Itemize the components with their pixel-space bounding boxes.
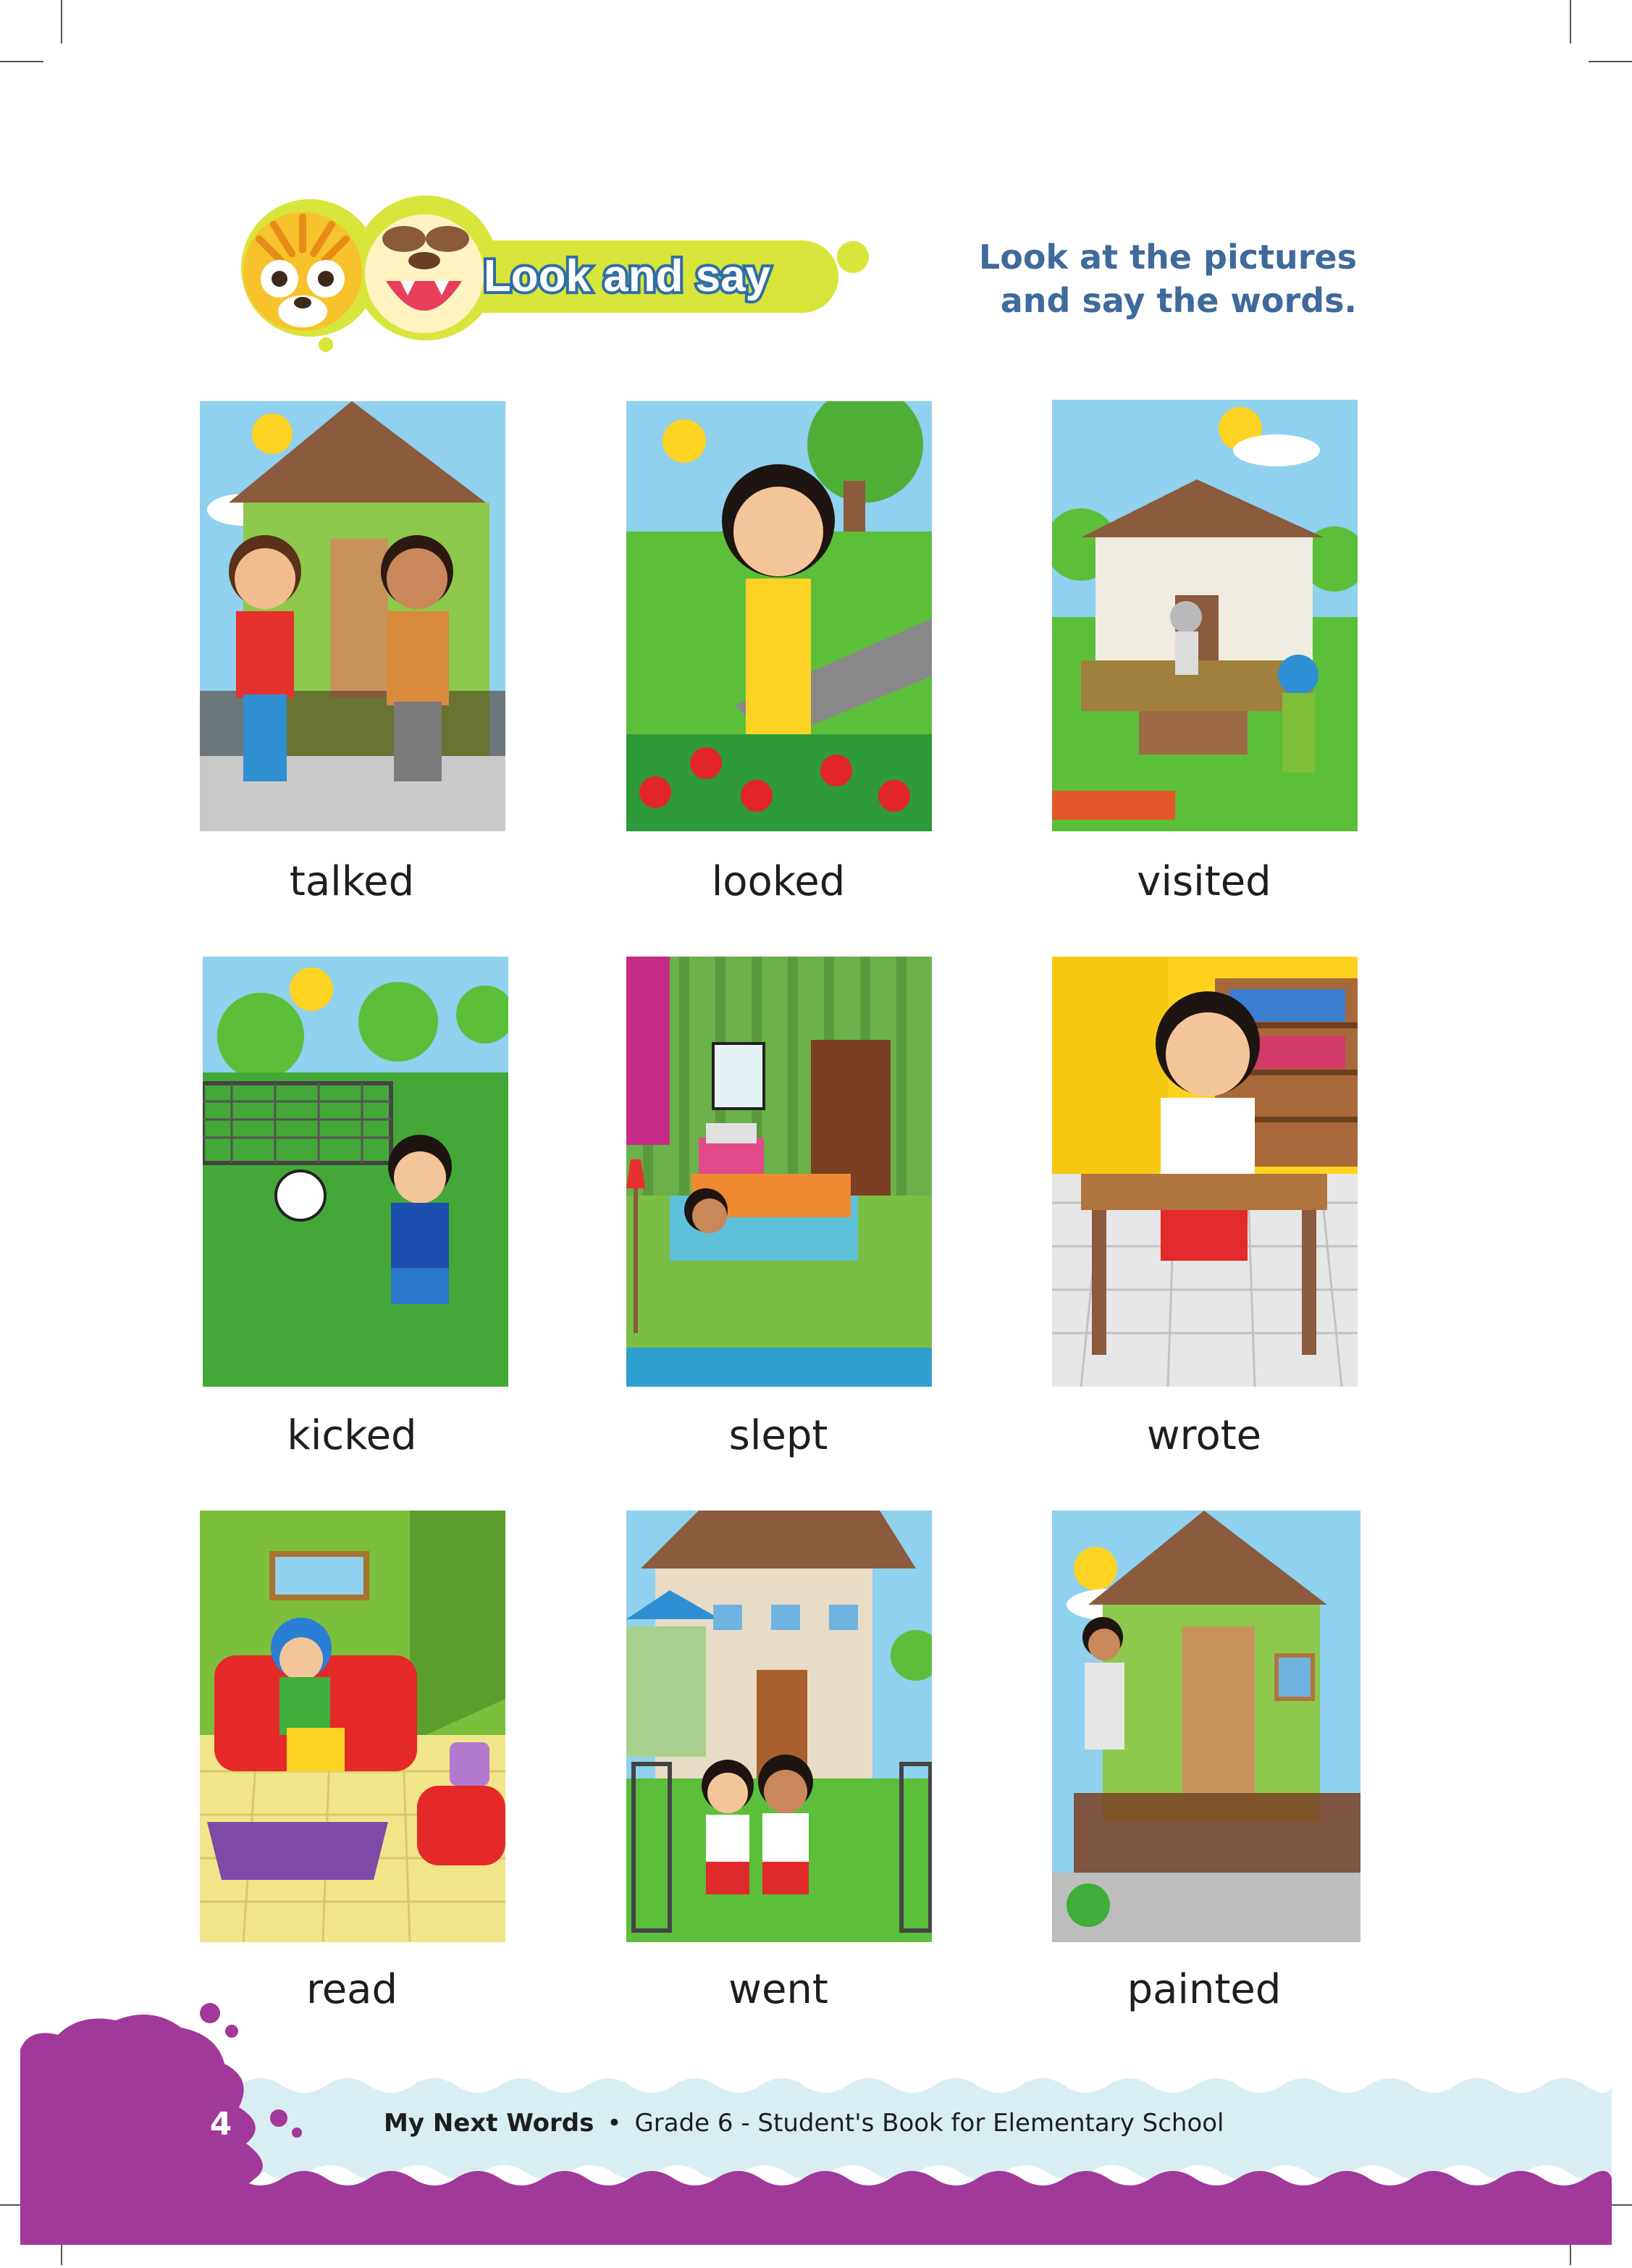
picture-talked [200, 401, 505, 831]
picture-wrote [1052, 957, 1358, 1387]
section-badge: Look and say [230, 196, 882, 369]
page-number: 4 [209, 2106, 232, 2143]
picture-looked [626, 401, 932, 831]
word-label: visited [1137, 858, 1271, 905]
word-label: looked [711, 858, 846, 905]
tiger-mascot-icon [243, 212, 362, 331]
badge-title: Look and say [484, 251, 771, 301]
instruction-text: Look at the pictures and say the words. [850, 235, 1357, 322]
footer-separator: • [607, 2109, 622, 2138]
book-subtitle: Grade 6 - Student's Book for Elementary … [634, 2109, 1224, 2138]
word-label: kicked [287, 1412, 417, 1459]
word-label: wrote [1146, 1412, 1262, 1459]
picture-slept [626, 957, 932, 1387]
instruction-line-1: Look at the pictures [978, 238, 1357, 277]
picture-went [626, 1511, 932, 1942]
crop-mark [1570, 0, 1571, 43]
dog-mascot-icon [365, 214, 484, 333]
word-label: talked [289, 858, 415, 905]
word-label: slept [728, 1412, 828, 1459]
picture-kicked [203, 957, 508, 1387]
crop-mark [0, 61, 43, 62]
instruction-line-2: and say the words. [1000, 281, 1357, 320]
footer-caption: My Next Words • Grade 6 - Student's Book f… [384, 2109, 1224, 2138]
crop-mark [1589, 61, 1632, 62]
book-title: My Next Words [384, 2109, 594, 2138]
crop-mark [61, 0, 62, 43]
picture-painted [1052, 1511, 1360, 1942]
picture-visited [1052, 400, 1358, 831]
picture-read [200, 1511, 505, 1942]
